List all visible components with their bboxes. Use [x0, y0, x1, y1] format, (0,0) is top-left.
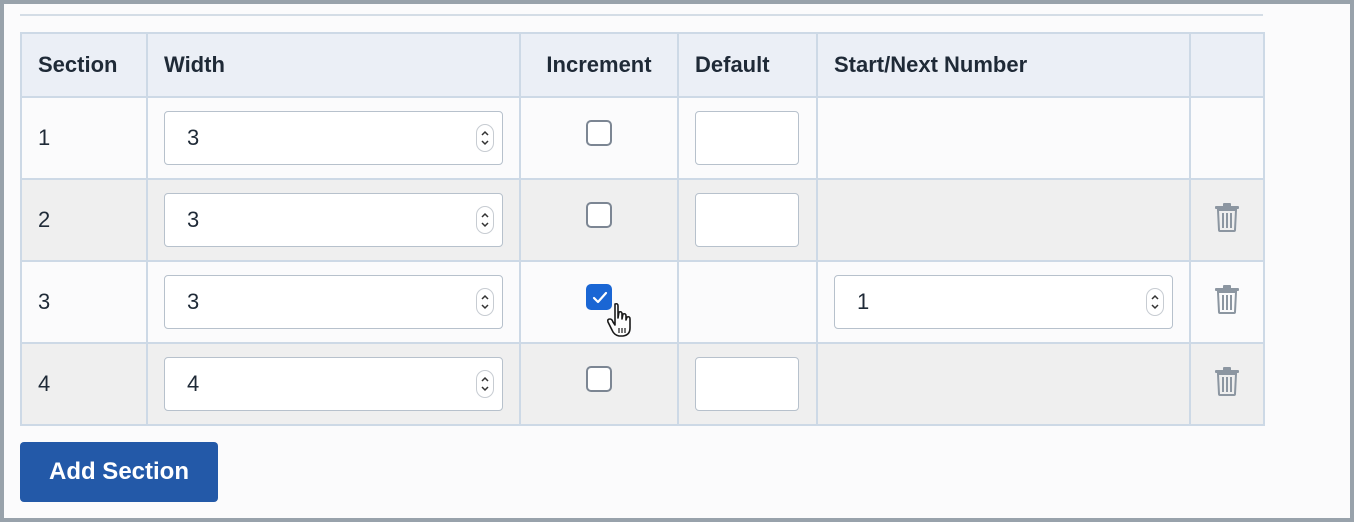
default-cell: [677, 342, 818, 426]
spinner-arrows-icon[interactable]: [476, 124, 494, 152]
actions-cell: [1189, 342, 1265, 426]
header-increment: Increment: [519, 32, 679, 98]
section-number: 2: [20, 178, 148, 262]
width-value: 4: [187, 371, 200, 396]
table-row: 3 3 1: [20, 260, 1265, 344]
section-editor-panel: Section Width Increment Default Start/Ne…: [4, 4, 1350, 518]
trash-icon[interactable]: [1214, 366, 1240, 402]
header-section: Section: [20, 32, 148, 98]
width-cell: 3: [146, 178, 521, 262]
table-header-row: Section Width Increment Default Start/Ne…: [20, 32, 1265, 98]
width-input[interactable]: 3: [164, 111, 503, 165]
increment-cell: [519, 260, 679, 344]
start-next-cell: [816, 96, 1191, 180]
add-section-button[interactable]: Add Section: [20, 442, 218, 502]
table-row: 2 3: [20, 178, 1265, 262]
start-next-cell: 1: [816, 260, 1191, 344]
increment-checkbox[interactable]: [586, 119, 612, 146]
increment-checkbox[interactable]: [586, 365, 612, 392]
spinner-arrows-icon[interactable]: [1146, 288, 1164, 316]
header-actions: [1189, 32, 1265, 98]
default-input[interactable]: [695, 357, 799, 411]
width-input[interactable]: 3: [164, 275, 503, 329]
header-width: Width: [146, 32, 521, 98]
default-input[interactable]: [695, 193, 799, 247]
width-cell: 3: [146, 96, 521, 180]
sections-table: Section Width Increment Default Start/Ne…: [20, 32, 1265, 426]
default-input[interactable]: [695, 111, 799, 165]
spinner-arrows-icon[interactable]: [476, 206, 494, 234]
width-value: 3: [187, 207, 200, 232]
section-number: 4: [20, 342, 148, 426]
actions-cell: [1189, 178, 1265, 262]
header-start-next-number: Start/Next Number: [816, 32, 1191, 98]
header-default: Default: [677, 32, 818, 98]
actions-cell: [1189, 260, 1265, 344]
start-next-cell: [816, 342, 1191, 426]
width-value: 3: [187, 289, 200, 314]
actions-cell: [1189, 96, 1265, 180]
increment-checkbox-checked[interactable]: [586, 283, 612, 310]
spinner-arrows-icon[interactable]: [476, 370, 494, 398]
start-next-cell: [816, 178, 1191, 262]
divider: [20, 14, 1263, 16]
width-cell: 4: [146, 342, 521, 426]
width-value: 3: [187, 125, 200, 150]
trash-icon[interactable]: [1214, 284, 1240, 320]
spinner-arrows-icon[interactable]: [476, 288, 494, 316]
start-next-value: 1: [857, 289, 870, 314]
width-input[interactable]: 4: [164, 357, 503, 411]
table-row: 4 4: [20, 342, 1265, 426]
width-input[interactable]: 3: [164, 193, 503, 247]
increment-cell: [519, 96, 679, 180]
width-cell: 3: [146, 260, 521, 344]
section-number: 1: [20, 96, 148, 180]
increment-checkbox[interactable]: [586, 201, 612, 228]
start-next-input[interactable]: 1: [834, 275, 1173, 329]
default-cell: [677, 96, 818, 180]
section-number: 3: [20, 260, 148, 344]
trash-icon[interactable]: [1214, 202, 1240, 238]
increment-cell: [519, 178, 679, 262]
table-row: 1 3: [20, 96, 1265, 180]
checkmark-icon: [592, 291, 608, 303]
default-cell: [677, 178, 818, 262]
default-cell: [677, 260, 818, 344]
increment-cell: [519, 342, 679, 426]
